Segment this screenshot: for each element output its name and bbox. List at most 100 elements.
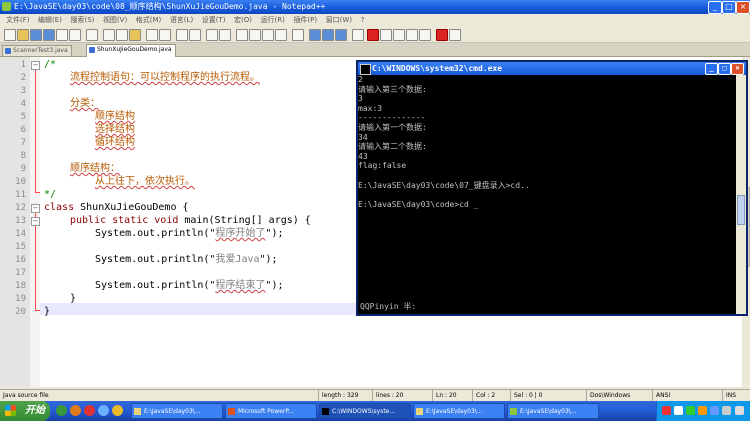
class-decl: ShunXuJieGouDemo { bbox=[74, 202, 189, 213]
code-line: 选择结构 bbox=[95, 124, 135, 136]
menu-help[interactable]: ? bbox=[361, 14, 365, 26]
show-all-chars-icon[interactable] bbox=[262, 29, 274, 41]
new-file-icon[interactable] bbox=[4, 29, 16, 41]
sync-scroll-icon[interactable] bbox=[236, 29, 248, 41]
tray-icon[interactable] bbox=[710, 406, 719, 415]
zoom-in-icon[interactable] bbox=[206, 29, 218, 41]
tray-icon[interactable] bbox=[735, 406, 744, 415]
menu-settings[interactable]: 设置(T) bbox=[202, 14, 226, 26]
cmd-title: C:\WINDOWS\system32\cmd.exe bbox=[372, 64, 503, 73]
fold-toggle[interactable]: − bbox=[31, 217, 40, 226]
record-macro-icon[interactable] bbox=[367, 29, 379, 41]
status-file-type: Java source file bbox=[3, 392, 49, 399]
quicklaunch-icon[interactable] bbox=[84, 405, 95, 416]
replace-icon[interactable] bbox=[189, 29, 201, 41]
cmd-output[interactable]: 2 请输入第三个数据: 3 max:3 -------------- 请输入第一… bbox=[358, 75, 736, 314]
comment-text: 从上往下，依次执行。 bbox=[95, 176, 195, 187]
menu-plugins[interactable]: 插件(P) bbox=[293, 14, 317, 26]
paste-icon[interactable] bbox=[129, 29, 141, 41]
cmd-title-bar[interactable]: C:\WINDOWS\system32\cmd.exe _ □ × bbox=[358, 62, 746, 75]
indent-guide-icon[interactable] bbox=[275, 29, 287, 41]
tray-icon[interactable] bbox=[662, 406, 671, 415]
cut-icon[interactable] bbox=[103, 29, 115, 41]
code-line: 循环结构 bbox=[95, 137, 135, 149]
menu-format[interactable]: 格式(M) bbox=[136, 14, 162, 26]
windows-logo-icon bbox=[5, 405, 16, 416]
quicklaunch-icon[interactable] bbox=[98, 405, 109, 416]
cmd-scroll-thumb[interactable] bbox=[737, 195, 745, 225]
quicklaunch-icon[interactable] bbox=[56, 405, 67, 416]
comment-text: 选择结构 bbox=[95, 124, 135, 135]
tray-icon[interactable] bbox=[686, 406, 695, 415]
cmd-maximize-button[interactable]: □ bbox=[718, 63, 731, 75]
fold-toggle[interactable]: − bbox=[31, 61, 40, 70]
quicklaunch-icon[interactable] bbox=[112, 405, 123, 416]
tray-icon[interactable] bbox=[698, 406, 707, 415]
keyword: public static void bbox=[70, 215, 179, 226]
menu-run[interactable]: 运行(R) bbox=[261, 14, 285, 26]
code-line: 分类： bbox=[70, 98, 100, 110]
doc-map-icon[interactable] bbox=[309, 29, 321, 41]
taskbar: 开始 E:\JavaSE\day03\... Microsoft PowerP.… bbox=[0, 401, 750, 421]
find-icon[interactable] bbox=[176, 29, 188, 41]
cmd-scrollbar[interactable] bbox=[736, 75, 746, 314]
menu-file[interactable]: 文件(F) bbox=[6, 14, 30, 26]
code-text: "); bbox=[265, 280, 284, 291]
notepadpp-icon bbox=[510, 408, 517, 415]
user-lang-icon[interactable] bbox=[292, 29, 304, 41]
folder-workspace-icon[interactable] bbox=[335, 29, 347, 41]
save-icon[interactable] bbox=[30, 29, 42, 41]
line-number: 18 bbox=[15, 281, 26, 291]
line-number: 5 bbox=[20, 112, 26, 122]
taskbar-item[interactable]: E:\JavaSE\day03\... bbox=[131, 403, 223, 419]
tab-shunxujiegoudemo[interactable]: ShunXuJieGouDemo.java bbox=[86, 44, 176, 57]
menu-view[interactable]: 视图(V) bbox=[103, 14, 127, 26]
spell-check-icon[interactable] bbox=[436, 29, 448, 41]
menu-language[interactable]: 语言(L) bbox=[170, 14, 193, 26]
status-length: length : 329 bbox=[318, 390, 358, 401]
close-file-icon[interactable] bbox=[56, 29, 68, 41]
minimize-button[interactable]: _ bbox=[708, 1, 722, 14]
tray-icon[interactable] bbox=[722, 406, 731, 415]
menu-search[interactable]: 搜索(S) bbox=[70, 14, 94, 26]
stop-macro-icon[interactable] bbox=[380, 29, 392, 41]
cmd-close-button[interactable]: × bbox=[731, 63, 744, 75]
function-list-icon[interactable] bbox=[322, 29, 334, 41]
tray-icon[interactable] bbox=[674, 406, 683, 415]
tab-scannertest3[interactable]: ScannerTest3.java bbox=[2, 45, 72, 56]
monitoring-icon[interactable] bbox=[352, 29, 364, 41]
close-button[interactable]: × bbox=[736, 1, 750, 14]
wrap-icon[interactable] bbox=[249, 29, 261, 41]
cmd-minimize-button[interactable]: _ bbox=[705, 63, 718, 75]
system-tray bbox=[656, 401, 750, 421]
cmd-window[interactable]: C:\WINDOWS\system32\cmd.exe _ □ × 2 请输入第… bbox=[356, 60, 748, 316]
taskbar-item[interactable]: E:\JavaSE\day03\... bbox=[507, 403, 599, 419]
fold-toggle[interactable]: − bbox=[31, 204, 40, 213]
save-macro-icon[interactable] bbox=[419, 29, 431, 41]
open-file-icon[interactable] bbox=[17, 29, 29, 41]
code-text: "); bbox=[259, 254, 278, 265]
taskbar-item[interactable]: E:\JavaSE\day03\... bbox=[413, 403, 505, 419]
menu-window[interactable]: 窗口(W) bbox=[326, 14, 352, 26]
redo-icon[interactable] bbox=[159, 29, 171, 41]
run-macro-multiple-icon[interactable] bbox=[406, 29, 418, 41]
print-icon[interactable] bbox=[86, 29, 98, 41]
play-macro-icon[interactable] bbox=[393, 29, 405, 41]
menu-edit[interactable]: 编辑(E) bbox=[38, 14, 62, 26]
notepadpp-icon bbox=[2, 2, 11, 11]
undo-icon[interactable] bbox=[146, 29, 158, 41]
menu-macro[interactable]: 宏(O) bbox=[234, 14, 252, 26]
zoom-out-icon[interactable] bbox=[219, 29, 231, 41]
taskbar-item[interactable]: C:\WINDOWS\syste... bbox=[319, 403, 411, 419]
fold-guide bbox=[35, 70, 36, 192]
save-all-icon[interactable] bbox=[43, 29, 55, 41]
maximize-button[interactable]: □ bbox=[722, 1, 736, 14]
task-label: E:\JavaSE\day03\... bbox=[144, 408, 201, 415]
quicklaunch-icon[interactable] bbox=[70, 405, 81, 416]
menu-bar: 文件(F) 编辑(E) 搜索(S) 视图(V) 格式(M) 语言(L) 设置(T… bbox=[0, 14, 750, 26]
start-button[interactable]: 开始 bbox=[0, 401, 50, 421]
taskbar-item[interactable]: Microsoft PowerP... bbox=[225, 403, 317, 419]
close-all-icon[interactable] bbox=[69, 29, 81, 41]
spell-settings-icon[interactable] bbox=[449, 29, 461, 41]
copy-icon[interactable] bbox=[116, 29, 128, 41]
